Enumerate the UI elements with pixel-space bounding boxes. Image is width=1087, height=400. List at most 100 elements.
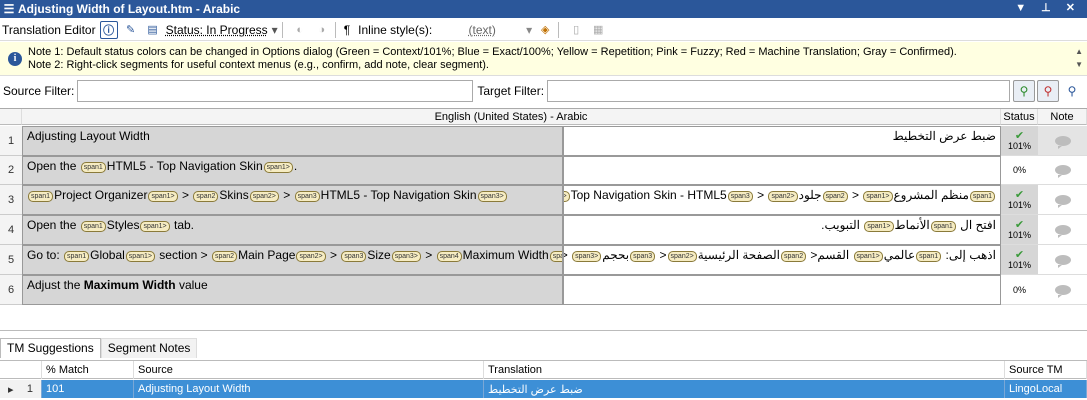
source-segment: Open the span1 HTML5 - Top Navigation Ski… — [22, 156, 563, 185]
dropdown-arrow-icon[interactable]: ▾ — [272, 21, 278, 39]
note-bubble-icon[interactable] — [1054, 224, 1071, 238]
inline-style-dropdown[interactable]: (text) — [442, 21, 522, 39]
notes-scrollbar[interactable]: ▲ ▼ — [1075, 45, 1083, 71]
source-header[interactable]: Source — [134, 361, 484, 379]
target-segment[interactable]: اذهب إلى: span1عالميspan1> القسم< span2ا… — [563, 245, 1001, 275]
inline-style-label: Inline style(s): — [358, 22, 433, 37]
source-tm-header[interactable]: Source TM — [1005, 361, 1087, 379]
target-segment[interactable]: افتح ال span1الأنماطspan1> التبويب. — [563, 215, 1001, 245]
inline-tag: span3 — [727, 191, 753, 202]
inline-tag: span3> — [477, 191, 507, 202]
dropdown-arrow-icon[interactable]: ▾ — [526, 21, 532, 39]
document-icon[interactable]: ▯ — [567, 21, 585, 39]
note-bubble-icon[interactable] — [1054, 284, 1071, 298]
source-tm-cell: LingoLocal — [1005, 380, 1087, 398]
pilcrow-icon[interactable]: ¶ — [344, 21, 350, 39]
status-cell: ✔ 101% — [1001, 126, 1038, 156]
insert-tag-icon[interactable]: ◈ — [536, 21, 554, 39]
note-cell[interactable] — [1038, 185, 1087, 215]
language-pair-header: English (United States) - Arabic — [22, 109, 1001, 125]
target-segment[interactable] — [563, 156, 1001, 185]
inline-tag: span1 — [80, 162, 106, 173]
translation-header[interactable]: Translation — [484, 361, 1005, 379]
segment-row[interactable]: 1 Adjusting Layout Width ضبط عرض التخطيط… — [0, 126, 1087, 156]
note-cell[interactable] — [1038, 215, 1087, 245]
window-title: Adjusting Width of Layout.htm - Arabic — [18, 2, 241, 16]
note-bubble-icon[interactable] — [1054, 135, 1071, 149]
next-segment-icon[interactable]: ◑ — [313, 21, 331, 39]
advanced-filter-icon[interactable]: ⚲ — [1061, 80, 1083, 102]
inline-tag: span1 — [64, 251, 90, 262]
inline-tag: span3> — [572, 251, 602, 262]
inline-tag: span1> — [853, 251, 883, 262]
inline-tag: span2> — [249, 191, 279, 202]
status-header: Status — [1001, 109, 1038, 125]
segment-row[interactable]: 5 Go to: span1 Global span1> section > spa… — [0, 245, 1087, 275]
source-filter-input[interactable] — [77, 80, 474, 102]
segment-row[interactable]: 3 span1 Project Organizer span1> > span2 Sk… — [0, 185, 1087, 215]
note-bubble-icon[interactable] — [1054, 165, 1071, 178]
source-segment: Adjust the Maximum Width value — [22, 275, 563, 305]
previous-segment-icon[interactable]: ◐ — [291, 21, 309, 39]
inline-tag: span3 — [630, 251, 656, 262]
target-filter-input[interactable] — [547, 80, 1011, 102]
inline-tag: span1 — [80, 221, 106, 232]
inline-tag: span2> — [667, 251, 697, 262]
target-segment[interactable]: span1منظم المشروعspan1> < span2جلودspan2… — [563, 185, 1001, 215]
segment-row[interactable]: 6 Adjust the Maximum Width value 0% — [0, 275, 1087, 305]
inline-tag: span2 — [193, 191, 219, 202]
target-segment[interactable] — [563, 275, 1001, 305]
inline-tag: span4 — [436, 251, 462, 262]
source-segment: Open the span1 Styles span1> tab. — [22, 215, 563, 245]
confirmed-check-icon: ✔ — [1014, 188, 1025, 201]
inline-tag: span1 — [28, 191, 54, 202]
note-header: Note — [1038, 109, 1087, 125]
segment-grid: English (United States) - Arabic Status … — [0, 108, 1087, 306]
note-cell[interactable] — [1038, 126, 1087, 156]
segment-row[interactable]: 2 Open the span1 HTML5 - Top Navigation S… — [0, 156, 1087, 185]
status-cell: ✔ 101% — [1001, 215, 1038, 245]
note-cell[interactable] — [1038, 156, 1087, 185]
row-number: 6 — [0, 275, 22, 305]
bottom-tabs: TM Suggestions Segment Notes — [0, 338, 198, 358]
menu-icon[interactable]: ☰ — [0, 2, 18, 16]
apply-filter-icon[interactable]: ⚲ — [1013, 80, 1036, 102]
source-segment: Adjusting Layout Width — [22, 126, 563, 156]
title-bar: ☰ Adjusting Width of Layout.htm - Arabic… — [0, 0, 1087, 18]
note-cell[interactable] — [1038, 275, 1087, 305]
confirmed-check-icon: ✔ — [1014, 129, 1025, 142]
inline-tag: span1> — [125, 251, 155, 262]
toolbar: Translation Editor ⓘ ✎ ▤ Status: In Prog… — [0, 19, 1087, 41]
note-bubble-icon[interactable] — [1054, 254, 1071, 268]
status-icon[interactable]: ▤ — [144, 21, 162, 39]
tab-tm-suggestions[interactable]: TM Suggestions — [0, 338, 101, 358]
status-cell: ✔ 101% — [1001, 245, 1038, 275]
target-segment[interactable]: ضبط عرض التخطيط — [563, 126, 1001, 156]
separator — [558, 21, 560, 38]
table-icon[interactable]: ▦ — [589, 21, 607, 39]
separator — [334, 21, 336, 38]
tab-segment-notes[interactable]: Segment Notes — [100, 338, 198, 358]
inline-tag: span4> — [549, 251, 562, 262]
inline-tag: span2> — [296, 251, 326, 262]
translation-cell: ضبط عرض التخطيط — [484, 380, 1005, 398]
source-cell: Adjusting Layout Width — [134, 380, 484, 398]
tm-suggestion-row[interactable]: ▸ 1 101 Adjusting Layout Width ضبط عرض ال… — [0, 380, 1087, 398]
toolbar-label: Translation Editor — [2, 22, 96, 37]
note-bubble-icon[interactable] — [1054, 194, 1071, 208]
match-header[interactable]: % Match — [42, 361, 134, 379]
clear-filter-icon[interactable]: ⚲ — [1037, 80, 1060, 102]
match-cell: 101 — [42, 380, 134, 398]
panel-splitter[interactable] — [0, 330, 1087, 331]
inline-tag: span3> — [391, 251, 421, 262]
inline-tag: span2> — [768, 191, 798, 202]
edit-icon[interactable]: ✎ — [122, 21, 140, 39]
status-cell: ✔ 101% — [1001, 185, 1038, 215]
segment-row[interactable]: 4 Open the span1 Styles span1> tab. افتح ا… — [0, 215, 1087, 245]
window-controls[interactable]: ▼ ⊥ ✕ — [1015, 1, 1081, 14]
info-icon[interactable]: ⓘ — [99, 20, 118, 39]
status-dropdown[interactable]: Status: In Progress — [166, 21, 268, 39]
inline-tag: span2 — [822, 191, 848, 202]
note-cell[interactable] — [1038, 245, 1087, 275]
source-segment: span1 Project Organizer span1> > span2 Skin… — [22, 185, 563, 215]
